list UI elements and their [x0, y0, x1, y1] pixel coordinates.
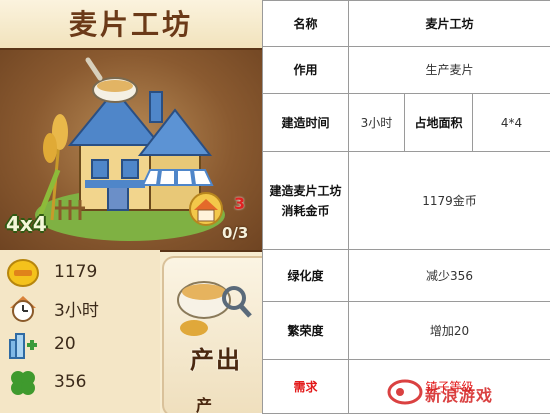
clock-icon: [6, 292, 40, 322]
stat-prosperity: 20: [6, 330, 156, 360]
watermark-text: 新浪游戏: [425, 382, 493, 406]
row-value: 增加20: [349, 302, 550, 360]
built-fraction: 0/3: [222, 224, 248, 242]
row-header: 名称: [263, 1, 349, 47]
table-row: 繁荣度 增加20: [263, 302, 550, 360]
table-row: 建造麦片工坊消耗金币 1179金币: [263, 152, 550, 250]
row-header: 绿化度: [263, 250, 349, 302]
clover-icon: [6, 368, 40, 398]
building-title: 麦片工坊: [0, 0, 262, 50]
row-value: 麦片工坊: [349, 1, 550, 47]
table-row: 建造时间 3小时 占地面积 4*4: [263, 94, 550, 152]
sina-games-watermark: 新浪游戏: [385, 376, 550, 406]
stat-value: 356: [54, 372, 86, 392]
gold-coin-icon: [6, 258, 40, 288]
stat-value: 1179: [54, 262, 97, 282]
row-value: 4*4: [473, 94, 550, 152]
build-limit-count: 3: [234, 194, 245, 213]
stat-value: 20: [54, 334, 76, 354]
row-value: 3小时: [349, 94, 405, 152]
output-label-partial: 产: [196, 392, 212, 413]
row-header: 繁荣度: [263, 302, 349, 360]
stat-value: 3小时: [54, 296, 99, 321]
table-row: 名称 麦片工坊: [263, 1, 550, 47]
stat-cost: 1179: [6, 258, 156, 288]
row-header: 建造麦片工坊消耗金币: [263, 152, 349, 250]
building-card: 麦片工坊: [0, 0, 262, 413]
stats-panel: 1179 3小时 20: [0, 250, 160, 413]
footprint-size: 4x4: [6, 212, 47, 236]
cereal-bowl-icon: [164, 258, 262, 348]
row-header: 占地面积: [405, 94, 473, 152]
row-header: 需求: [263, 360, 349, 414]
row-value: 生产麦片: [349, 47, 550, 94]
build-limit-icon: [186, 192, 226, 230]
table-row: 绿化度 减少356: [263, 250, 550, 302]
output-label: 产出: [190, 340, 242, 375]
output-panel[interactable]: [162, 256, 262, 413]
prosperity-icon: [6, 330, 40, 360]
row-header: 作用: [263, 47, 349, 94]
table-row: 作用 生产麦片: [263, 47, 550, 94]
row-value: 1179金币: [349, 152, 550, 250]
stat-time: 3小时: [6, 292, 156, 322]
sina-logo-icon: [385, 376, 425, 406]
row-header: 建造时间: [263, 94, 349, 152]
stat-greenery: 356: [6, 368, 156, 398]
row-value: 减少356: [349, 250, 550, 302]
building-info-table: 名称 麦片工坊 作用 生产麦片 建造时间 3小时 占地面积 4*4 建造麦片工坊…: [262, 0, 550, 414]
